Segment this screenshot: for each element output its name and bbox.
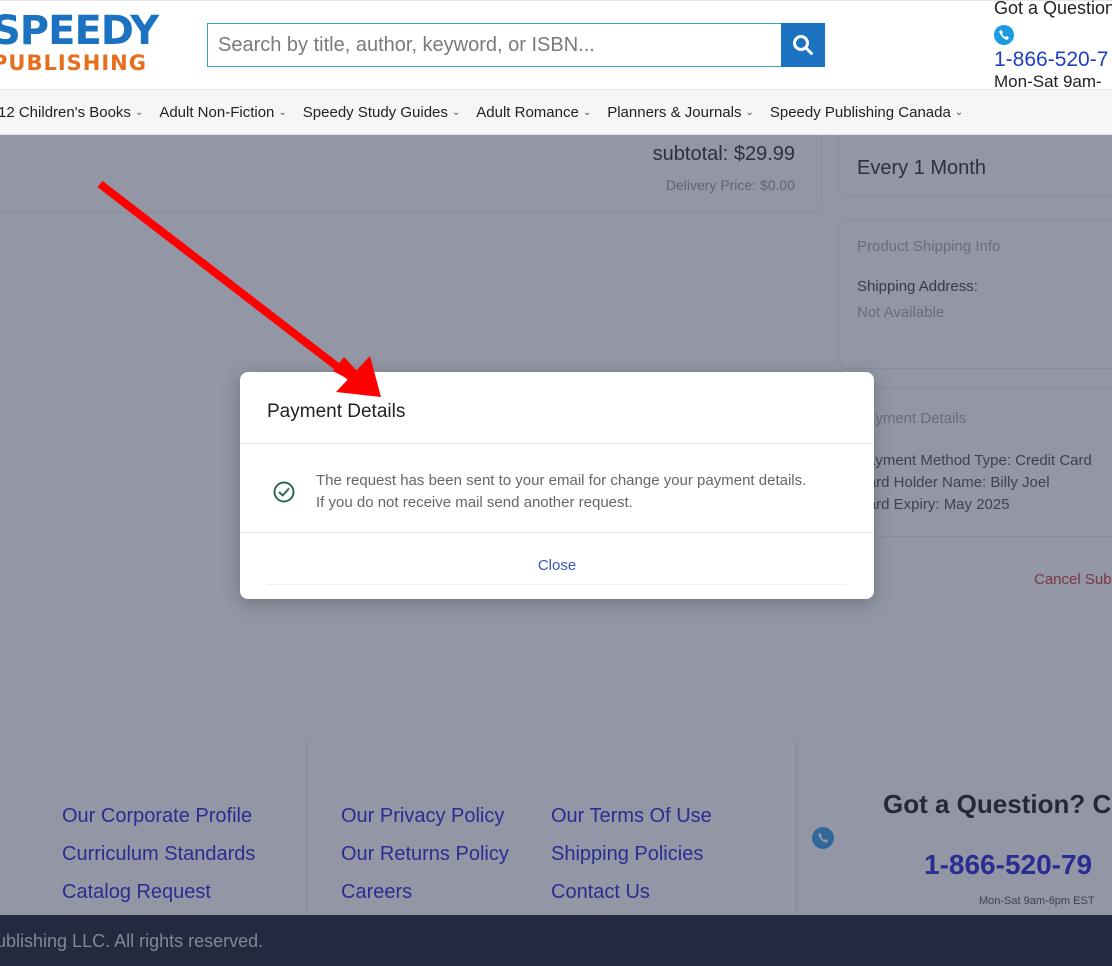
contact-question: Got a Question? (994, 0, 1112, 18)
speedy-publishing-logo[interactable]: SPEEDY PUBLISHING (0, 8, 159, 75)
modal-divider (240, 532, 874, 533)
nav-item-speedy-canada[interactable]: Speedy Publishing Canada ⌄ (770, 104, 963, 121)
nav-item-planners-journals[interactable]: Planners & Journals ⌄ (607, 104, 754, 121)
logo-wordmark-bottom: PUBLISHING (0, 51, 147, 75)
chevron-down-icon: ⌄ (582, 106, 592, 118)
header-contact: Got a Question? 1-866-520-7 Mon-Sat 9am- (994, 0, 1112, 92)
close-button[interactable]: Close (267, 547, 847, 585)
nav-item-label: Adult Romance (476, 103, 579, 121)
nav-item-label: 12 Children's Books (0, 103, 131, 121)
search-bar (207, 23, 825, 67)
nav-item-childrens-books[interactable]: 12 Children's Books ⌄ (0, 104, 143, 121)
chevron-down-icon: ⌄ (278, 106, 287, 118)
nav-item-label: Speedy Publishing Canada (769, 103, 951, 121)
modal-title: Payment Details (267, 401, 406, 422)
modal-divider (240, 443, 874, 444)
nav-item-adult-romance[interactable]: Adult Romance ⌄ (476, 104, 591, 121)
chevron-down-icon: ⌄ (745, 106, 754, 118)
phone-icon (994, 25, 1014, 45)
modal-message-line2: If you do not receive mail send another … (316, 494, 633, 511)
chevron-down-icon: ⌄ (451, 106, 461, 118)
nav-item-label: Speedy Study Guides (302, 103, 448, 121)
logo-wordmark-top: SPEEDY (0, 8, 159, 54)
search-input[interactable] (207, 23, 781, 67)
search-button[interactable] (781, 23, 825, 67)
check-circle-icon (273, 481, 295, 503)
nav-item-study-guides[interactable]: Speedy Study Guides ⌄ (303, 104, 460, 121)
payment-details-modal: Payment Details The request has been sen… (240, 372, 874, 599)
chevron-down-icon: ⌄ (134, 106, 144, 118)
modal-message-line1: The request has been sent to your email … (316, 472, 807, 489)
contact-phone-number[interactable]: 1-866-520-7 (994, 48, 1112, 72)
nav-item-adult-non-fiction[interactable]: Adult Non-Fiction ⌄ (159, 104, 286, 121)
category-nav: 12 Children's Books ⌄ Adult Non-Fiction ⌄ … (0, 89, 1112, 135)
nav-item-label: Adult Non-Fiction (159, 103, 275, 121)
search-icon (793, 35, 813, 55)
modal-message: The request has been sent to your email … (316, 470, 806, 514)
nav-item-label: Planners & Journals (607, 103, 742, 121)
site-header: SPEEDY PUBLISHING Got a Question? 1-866-… (0, 0, 1112, 92)
chevron-down-icon: ⌄ (954, 106, 964, 118)
